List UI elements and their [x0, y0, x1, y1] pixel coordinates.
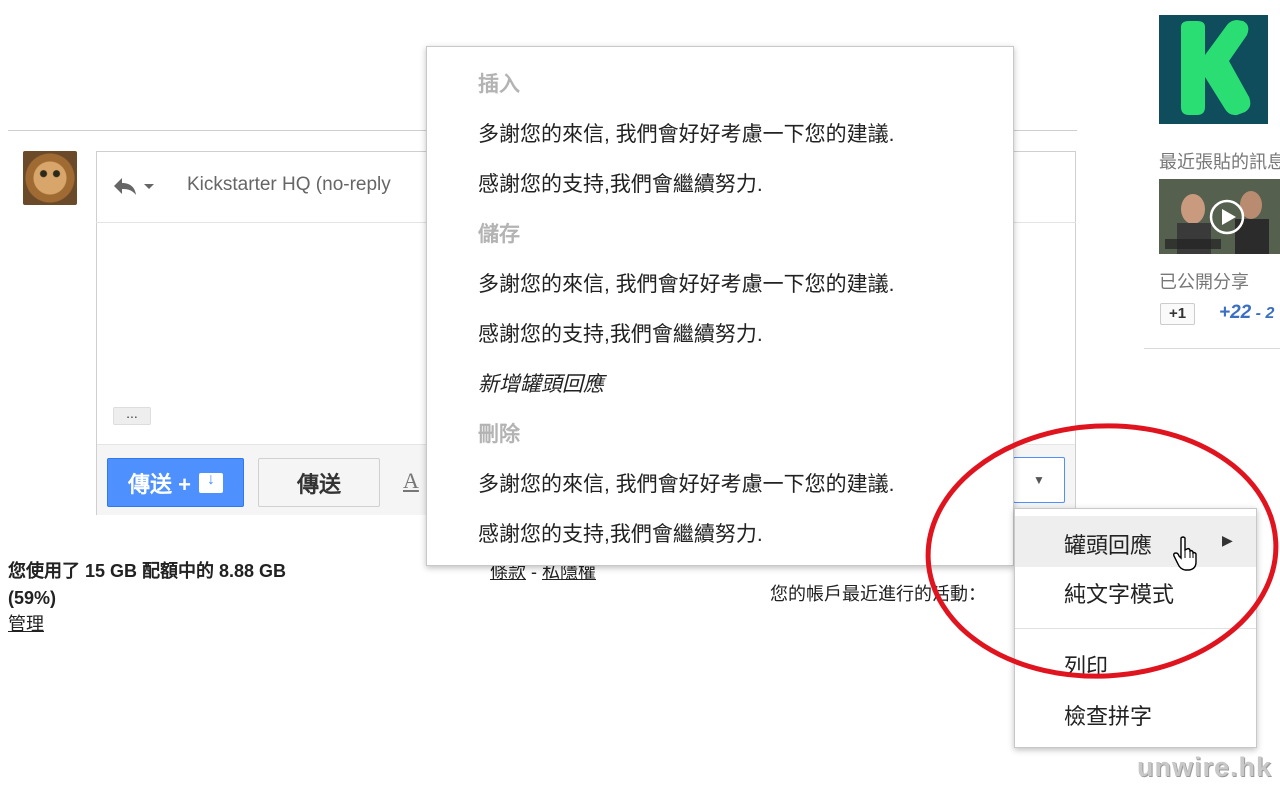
avatar	[23, 151, 77, 205]
kickstarter-logo	[1159, 15, 1268, 124]
reply-icon	[114, 178, 154, 195]
sidebar-divider	[1144, 348, 1280, 349]
save-response-item[interactable]: 感謝您的支持,我們會繼續努力.	[478, 318, 763, 348]
new-canned-response-item[interactable]: 新增罐頭回應	[478, 368, 604, 398]
storage-quota: 您使用了 15 GB 配額中的 8.88 GB (59%)	[8, 558, 286, 612]
insert-section-header: 插入	[478, 73, 520, 96]
plus-count-value: +22	[1219, 302, 1252, 323]
plus-count[interactable]: +22 - 2	[1219, 302, 1274, 324]
plus-one-button[interactable]: +1	[1160, 303, 1195, 325]
recipient-field[interactable]: Kickstarter HQ (no-reply	[187, 174, 391, 196]
reply-type-dropdown[interactable]	[112, 174, 156, 198]
storage-usage-text: 您使用了 15 GB 配額中的 8.88 GB	[8, 561, 287, 581]
highlight-oval	[925, 423, 1279, 679]
watermark: unwire.hk	[1137, 752, 1273, 782]
plus-count-suffix: - 2	[1251, 305, 1275, 322]
save-response-item[interactable]: 多謝您的來信, 我們會好好考慮一下您的建議.	[478, 268, 895, 298]
recent-posts-heading: 最近張貼的訊息	[1159, 152, 1280, 172]
menu-item-spell-check[interactable]: 檢查拼字	[1064, 699, 1152, 731]
video-preview-image	[1159, 179, 1280, 254]
send-archive-label: 傳送 +	[128, 471, 191, 497]
video-thumbnail[interactable]	[1159, 179, 1280, 254]
delete-response-item[interactable]: 多謝您的來信, 我們會好好考慮一下您的建議.	[478, 468, 895, 498]
save-section-header: 儲存	[478, 223, 520, 246]
insert-response-item[interactable]: 感謝您的支持,我們會繼續努力.	[478, 168, 763, 198]
send-button[interactable]: 傳送	[258, 458, 380, 507]
show-trimmed-content-button[interactable]: ...	[113, 406, 151, 425]
archive-icon	[198, 471, 223, 493]
delete-response-item[interactable]: 感謝您的支持,我們會繼續努力.	[478, 518, 763, 548]
delete-section-header: 刪除	[478, 423, 520, 446]
kickstarter-k-icon	[1181, 20, 1251, 116]
manage-storage-link[interactable]: 管理	[8, 610, 44, 636]
insert-response-item[interactable]: 多謝您的來信, 我們會好好考慮一下您的建議.	[478, 118, 895, 148]
send-and-archive-button[interactable]: 傳送 +	[107, 458, 244, 507]
formatting-options-icon[interactable]: A	[403, 468, 419, 494]
shared-publicly-label: 已公開分享	[1159, 272, 1249, 292]
chevron-down-icon	[144, 184, 154, 189]
storage-percent: (59%)	[8, 588, 57, 608]
